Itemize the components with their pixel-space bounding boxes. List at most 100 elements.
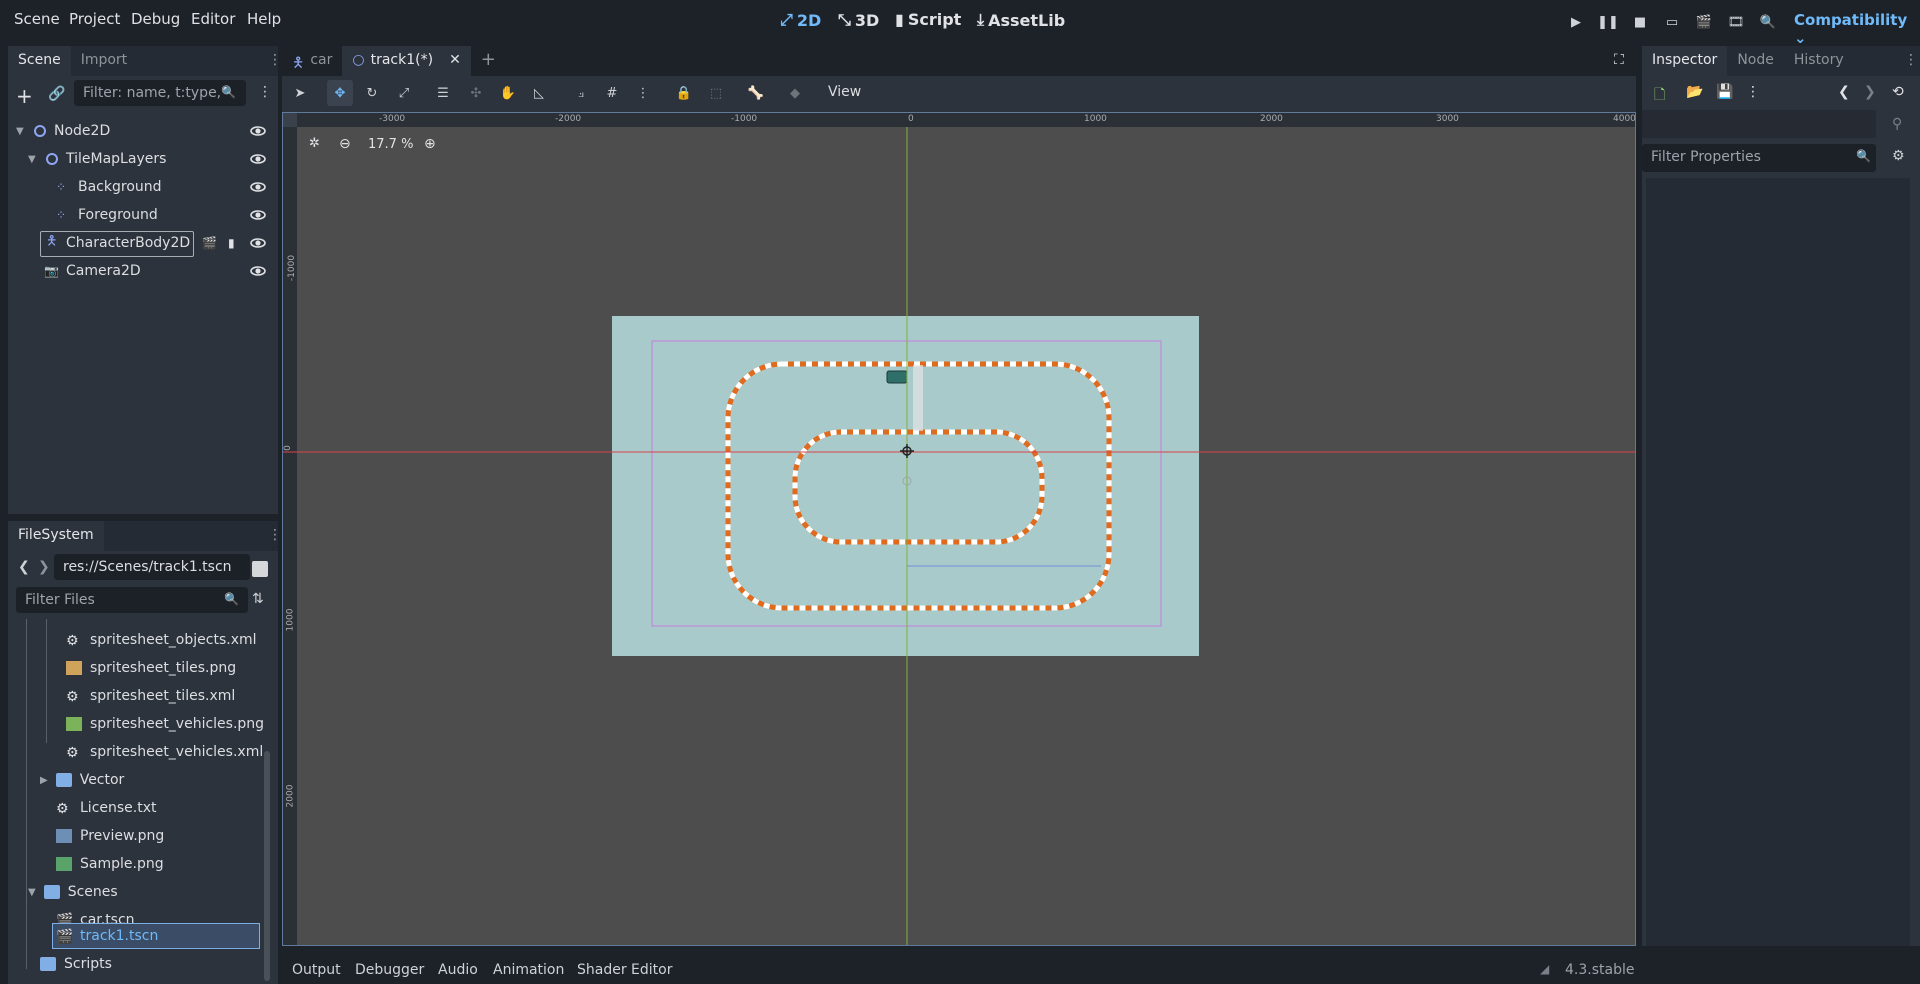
folder-item[interactable]: Scripts: [40, 951, 112, 977]
mode-2d-button[interactable]: ⤢ 2D: [780, 10, 821, 30]
file-item[interactable]: ⚙ License.txt: [56, 795, 157, 821]
scene-menu-icon[interactable]: ⋮: [258, 84, 272, 100]
file-item[interactable]: ⚙ spritesheet_tiles.xml: [66, 683, 235, 709]
grid-snap-icon[interactable]: #: [601, 82, 623, 104]
tab-filesystem[interactable]: FileSystem: [8, 521, 104, 551]
tree-node-camera2d[interactable]: 📷 Camera2D: [8, 258, 278, 284]
menu-editor[interactable]: Editor: [191, 10, 235, 28]
dock-menu-icon[interactable]: ⋮: [268, 52, 282, 68]
link-icon[interactable]: 🔗: [48, 86, 65, 102]
distraction-free-icon[interactable]: ⛶: [1614, 52, 1624, 68]
file-item-selected[interactable]: 🎬 track1.tscn: [56, 923, 158, 949]
history-back-icon[interactable]: ❮: [1838, 84, 1850, 100]
rotate-tool-icon[interactable]: ↻: [361, 82, 383, 104]
chevron-right-icon[interactable]: ▶: [40, 775, 48, 786]
tab-car[interactable]: 🯅 car: [282, 46, 342, 76]
tree-node-background[interactable]: ⁘ Background: [8, 174, 278, 200]
move-tool-icon[interactable]: ✥: [327, 80, 353, 106]
list-select-icon[interactable]: ☰: [432, 82, 454, 104]
tab-scene[interactable]: Scene: [8, 46, 71, 76]
forward-icon[interactable]: ❯: [38, 559, 50, 575]
file-item[interactable]: spritesheet_vehicles.png: [66, 711, 264, 737]
tab-history[interactable]: History: [1784, 46, 1854, 76]
new-tab-button[interactable]: +: [471, 46, 506, 76]
new-resource-icon[interactable]: 🗋: [1654, 84, 1665, 108]
tree-node-foreground[interactable]: ⁘ Foreground: [8, 202, 278, 228]
pan-tool-icon[interactable]: ✋: [497, 82, 519, 104]
folder-item[interactable]: ▼ Scenes: [28, 879, 118, 905]
viewport[interactable]: -3000 -2000 -1000 0 1000 2000 3000 4000 …: [282, 112, 1636, 946]
view-menu[interactable]: View: [828, 84, 861, 100]
more-options-icon[interactable]: ⋮: [1746, 84, 1760, 100]
tab-track1[interactable]: ○ track1(*) ✕: [342, 46, 471, 76]
tree-node-tilemaplayers[interactable]: ▼ TileMapLayers: [8, 146, 278, 172]
file-item[interactable]: spritesheet_tiles.png: [66, 655, 236, 681]
save-icon[interactable]: 💾: [1716, 84, 1733, 100]
sort-icon[interactable]: ⇅: [252, 591, 264, 607]
select-tool-icon[interactable]: ➤: [289, 82, 311, 104]
instance-icon[interactable]: 🎬: [202, 236, 217, 250]
snap-options-icon[interactable]: ⋮: [632, 82, 654, 104]
file-item[interactable]: ⚙ spritesheet_vehicles.xml: [66, 739, 263, 765]
chevron-down-icon[interactable]: ▼: [28, 887, 36, 898]
tab-audio[interactable]: Audio: [438, 962, 478, 978]
bone-icon[interactable]: 🦴: [745, 82, 767, 104]
chevron-down-icon[interactable]: ▼: [16, 126, 24, 137]
play-custom-scene-icon[interactable]: 🎞: [1726, 12, 1746, 32]
dock-menu-icon[interactable]: ⋮: [1904, 52, 1918, 68]
dock-menu-icon[interactable]: ⋮: [268, 527, 282, 543]
smart-snap-icon[interactable]: ⟓: [570, 82, 592, 104]
add-node-icon[interactable]: +: [16, 84, 33, 108]
filter-files-input[interactable]: Filter Files: [16, 587, 248, 613]
ruler-tool-icon[interactable]: ◺: [528, 82, 550, 104]
menu-debug[interactable]: Debug: [131, 10, 180, 28]
stop-icon[interactable]: ■: [1630, 12, 1650, 32]
menu-scene[interactable]: Scene: [14, 10, 60, 28]
group-icon[interactable]: ⬚: [705, 82, 727, 104]
file-item[interactable]: Preview.png: [56, 823, 164, 849]
open-folder-icon[interactable]: 📂: [1686, 84, 1703, 100]
scale-tool-icon[interactable]: ⤢: [393, 82, 415, 104]
object-props-icon[interactable]: ⚲: [1892, 116, 1902, 132]
chevron-down-icon[interactable]: ▼: [28, 154, 36, 165]
movie-maker-icon[interactable]: 🔍: [1758, 12, 1778, 32]
tree-node-characterbody2d[interactable]: 🯅 CharacterBody2D 🎬 ▮: [8, 230, 278, 257]
tab-node[interactable]: Node: [1727, 46, 1784, 76]
remote-debug-icon[interactable]: ▭: [1662, 12, 1682, 32]
tab-debugger[interactable]: Debugger: [355, 962, 424, 978]
tab-import[interactable]: Import: [71, 46, 137, 76]
characterbody2d-icon: 🯅: [46, 234, 58, 249]
play-scene-icon[interactable]: 🎬: [1694, 12, 1714, 32]
renderer-select[interactable]: Compatibility ⌄: [1794, 11, 1920, 47]
camera-override-icon[interactable]: ◆: [784, 82, 806, 104]
tab-inspector[interactable]: Inspector: [1642, 46, 1728, 76]
tab-shader-editor[interactable]: Shader Editor: [577, 962, 672, 978]
play-icon[interactable]: ▶: [1566, 12, 1586, 32]
file-item[interactable]: Sample.png: [56, 851, 164, 877]
tree-node-node2d[interactable]: ▼ Node2D: [8, 118, 278, 144]
path-field[interactable]: res://Scenes/track1.tscn: [54, 554, 250, 580]
history-forward-icon[interactable]: ❯: [1864, 84, 1876, 100]
mode-script-button[interactable]: ▮ Script: [895, 10, 961, 29]
close-icon[interactable]: ✕: [449, 52, 461, 76]
inspector-tabs: Inspector Node History: [1642, 46, 1854, 76]
menu-help[interactable]: Help: [247, 10, 281, 28]
pivot-tool-icon[interactable]: ✣: [465, 82, 487, 104]
file-item[interactable]: ⚙ spritesheet_objects.xml: [66, 627, 257, 653]
mode-3d-button[interactable]: ⤡ 3D: [838, 10, 879, 30]
tab-output[interactable]: Output: [292, 962, 341, 978]
scrollbar[interactable]: [264, 751, 270, 981]
menu-project[interactable]: Project: [69, 10, 120, 28]
object-selector[interactable]: [1642, 110, 1876, 138]
lock-icon[interactable]: 🔒: [673, 82, 695, 104]
back-icon[interactable]: ❮: [18, 559, 30, 575]
property-options-icon[interactable]: ⚙: [1892, 148, 1905, 164]
mode-assetlib-button[interactable]: ⤓ AssetLib: [977, 10, 1065, 30]
pause-icon[interactable]: ❚❚: [1597, 12, 1619, 32]
object-history-icon[interactable]: ⟲: [1892, 84, 1904, 100]
layout-toggle-icon[interactable]: [252, 561, 268, 577]
folder-item[interactable]: ▶ Vector: [40, 767, 124, 793]
tab-animation[interactable]: Animation: [493, 962, 564, 978]
script-icon[interactable]: ▮: [228, 236, 235, 250]
filter-properties-input[interactable]: Filter Properties: [1642, 144, 1876, 172]
